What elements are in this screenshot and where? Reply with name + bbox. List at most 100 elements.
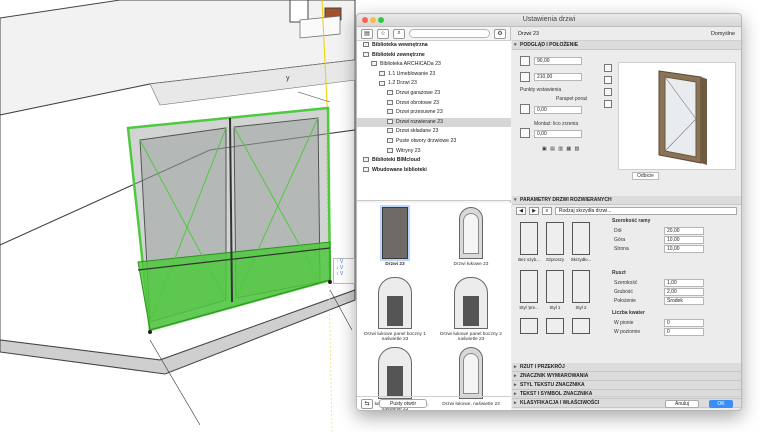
gallery-item[interactable]: Drzwi 23 xyxy=(359,207,431,267)
view-elevation-icon[interactable] xyxy=(604,100,612,108)
section-marker-style[interactable]: STYL TEKSTU ZNACZNIKA xyxy=(512,381,741,390)
tree-item[interactable]: Puste otwory drzwiowe 23 xyxy=(357,137,511,147)
mirror-button[interactable]: Odbicie xyxy=(632,172,659,180)
library-toolbar: ▤ ☆ ⌕ ⚙ xyxy=(357,27,510,41)
tree-item-label: Drzwi obrotowe 23 xyxy=(396,99,439,106)
folder-view-icon[interactable]: ▤ xyxy=(361,28,373,39)
panel-count-label: Liczba kwater xyxy=(612,310,645,316)
param-field[interactable]: 10,00 xyxy=(664,245,704,253)
tree-item-label: Drzwi garażowe 23 xyxy=(396,89,441,96)
door-thumbnail xyxy=(459,207,483,259)
width-icon xyxy=(520,56,530,66)
tree-item[interactable]: Biblioteki BIMcloud xyxy=(357,156,511,166)
object-name: Drzwi 23 xyxy=(518,30,539,37)
height-field[interactable]: 210,00 xyxy=(534,73,582,81)
prev-page-icon[interactable]: ◀ xyxy=(516,206,526,215)
gallery-item[interactable]: Drzwi łukowe panel boczny 2 naświetle 23 xyxy=(435,277,507,342)
anchor-buttons[interactable]: ▣ ▤ ▥ ▦ ▧ xyxy=(542,146,580,152)
sash-thumbnail[interactable] xyxy=(520,222,538,255)
param-field[interactable]: 0 xyxy=(664,328,704,336)
tree-item[interactable]: 1.1 Umeblowanie 23 xyxy=(357,70,511,80)
mount-field[interactable]: 0,00 xyxy=(534,130,582,138)
tree-item-label: Biblioteki BIMcloud xyxy=(372,157,421,164)
tree-item-label: Drzwi rozwierane 23 xyxy=(396,118,443,125)
param-field[interactable]: 2,00 xyxy=(664,288,704,296)
gallery-item[interactable]: Drzwi łukowe panel boczny 1 naświetle 23 xyxy=(359,277,431,342)
favorites-star-icon[interactable]: ☆ xyxy=(377,28,389,39)
section-params[interactable]: PARAMETRY DRZWI ROZWIERANYCH xyxy=(512,196,741,205)
param-label: Grubość xyxy=(614,289,633,295)
view-3d-icon[interactable] xyxy=(604,64,612,72)
tree-item[interactable]: Drzwi rozwierane 23 xyxy=(357,117,511,128)
view-plan-icon[interactable] xyxy=(604,76,612,84)
layout-toggle-icon[interactable]: ⇆ xyxy=(361,398,373,409)
folder-icon xyxy=(387,138,393,144)
section-preview[interactable]: PODGLĄD I POŁOŻENIE xyxy=(512,41,741,50)
sash-thumbnail[interactable] xyxy=(572,270,590,303)
default-label[interactable]: Domyślne xyxy=(711,31,735,37)
mullion-label: Ruszt xyxy=(612,270,626,276)
folder-icon xyxy=(387,128,393,134)
tree-item[interactable]: Witryny 23 xyxy=(357,147,511,157)
sash-thumbnail[interactable] xyxy=(546,270,564,303)
gallery-item-label: Drzwi łukowe panel boczny 2 naświetle 23 xyxy=(440,332,502,342)
sash-thumbnail[interactable] xyxy=(520,270,538,303)
tree-item[interactable]: 1.2 Drzwi 23 xyxy=(357,79,511,89)
param-field[interactable]: 1,00 xyxy=(664,279,704,287)
section-dim-marker[interactable]: ZNACZNIK WYMIAROWANIA xyxy=(512,372,741,381)
titlebar: Ustawienia drzwi xyxy=(357,14,741,27)
library-tree[interactable]: Biblioteka wewnętrzna Biblioteki zewnętrz… xyxy=(357,41,511,201)
ok-button[interactable]: OK xyxy=(709,400,733,408)
tree-item[interactable]: Wbudowane biblioteki xyxy=(357,166,511,176)
sash-thumbnail[interactable] xyxy=(520,318,538,334)
folder-icon xyxy=(363,42,369,48)
tree-item[interactable]: Drzwi przesuwne 23 xyxy=(357,108,511,118)
gallery-item[interactable]: Drzwi łukowe 23 xyxy=(435,207,507,267)
sash-thumbnail[interactable] xyxy=(546,222,564,255)
anchor-select[interactable]: Parapet poraż xyxy=(556,96,587,102)
param-field[interactable]: 20,00 xyxy=(664,227,704,235)
param-field[interactable]: Środek xyxy=(664,297,704,305)
tree-item[interactable]: Biblioteka wewnętrzna xyxy=(357,41,511,51)
tree-item[interactable]: Drzwi składane 23 xyxy=(357,127,511,137)
tree-item-label: 1.1 Umeblowanie 23 xyxy=(388,70,436,77)
mount-icon xyxy=(520,128,530,138)
empty-opening-button[interactable]: Pusty otwór xyxy=(379,399,428,408)
gear-icon[interactable]: ⚙ xyxy=(494,28,506,39)
frame-width-label: Szerokość ramy xyxy=(612,218,651,224)
gallery-item-label: Drzwi łukowe 23 xyxy=(453,262,489,267)
folder-icon xyxy=(363,51,369,57)
sash-thumbnail[interactable] xyxy=(546,318,564,334)
width-field[interactable]: 90,00 xyxy=(534,57,582,65)
cancel-button[interactable]: Anuluj xyxy=(665,400,699,408)
pet-palette[interactable]: ↑ V ↕ V ↕ V xyxy=(333,258,355,284)
door-thumbnail xyxy=(382,207,408,259)
tree-item[interactable]: Biblioteki zewnętrzne xyxy=(357,51,511,61)
folder-icon xyxy=(387,90,393,96)
page-list-icon[interactable]: ≡ xyxy=(542,206,552,215)
pet-palette-item[interactable]: ↕ V xyxy=(334,271,354,277)
params-block: PARAMETRY DRZWI ROZWIERANYCH ◀ ▶ ≡ Rodza… xyxy=(512,196,741,363)
object-gallery[interactable]: Drzwi 23 Drzwi łukowe 23 Drzwi łukowe pane… xyxy=(357,203,511,410)
param-field[interactable]: 10,00 xyxy=(664,236,704,244)
sill-field[interactable]: 0,00 xyxy=(534,106,582,114)
tree-item[interactable]: Biblioteka ARCHICADa 23 xyxy=(357,60,511,70)
sash-thumbnail[interactable] xyxy=(572,222,590,255)
param-field[interactable]: 0 xyxy=(664,319,704,327)
search-icon[interactable]: ⌕ xyxy=(393,28,405,39)
folder-icon xyxy=(387,118,393,124)
view-section-icon[interactable] xyxy=(604,88,612,96)
param-label: Dół xyxy=(614,228,622,234)
next-page-icon[interactable]: ▶ xyxy=(529,206,539,215)
section-plan[interactable]: RZUT I PRZEKRÓJ xyxy=(512,363,741,372)
tree-item-label: Wbudowane biblioteki xyxy=(372,166,427,173)
tree-item[interactable]: Drzwi garażowe 23 xyxy=(357,89,511,99)
tree-item[interactable]: Drzwi obrotowe 23 xyxy=(357,99,511,109)
sash-type-dropdown[interactable]: Rodzaj skrzydła drzwi... xyxy=(555,206,737,215)
folder-icon xyxy=(387,99,393,105)
sash-thumbnail[interactable] xyxy=(572,318,590,334)
door-thumbnail xyxy=(459,347,483,399)
mount-label[interactable]: Montaż: lico zrzenia xyxy=(534,121,578,127)
settings-header: Drzwi 23 Domyślne xyxy=(512,27,741,41)
search-input[interactable] xyxy=(409,29,490,38)
